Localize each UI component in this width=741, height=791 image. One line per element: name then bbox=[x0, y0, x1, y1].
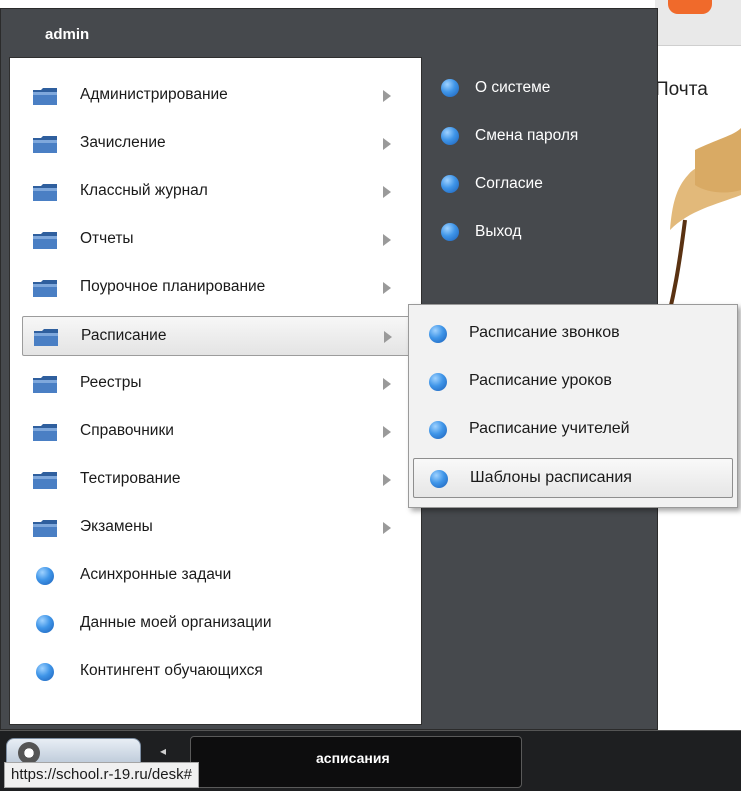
menu-item-label: Тестирование bbox=[80, 470, 181, 487]
blue-dot-icon bbox=[441, 127, 459, 145]
submenu-arrow-icon bbox=[383, 90, 391, 102]
right-menu-item-1[interactable]: Смена пароля bbox=[441, 121, 578, 151]
submenu-item-label: Расписание уроков bbox=[469, 372, 612, 389]
blue-dot-icon bbox=[430, 470, 448, 488]
right-menu-item-2[interactable]: Согласие bbox=[441, 169, 543, 199]
submenu-arrow-icon bbox=[383, 282, 391, 294]
menu-item-4[interactable]: Поурочное планирование bbox=[10, 268, 420, 308]
menu-item-label: Зачисление bbox=[80, 134, 166, 151]
menu-item-label: Данные моей организации bbox=[80, 614, 272, 631]
status-bar-url: https://school.r-19.ru/desk# bbox=[4, 762, 199, 788]
left-menu-panel: Администрирование Зачисление Классный журн… bbox=[9, 57, 422, 725]
right-menu-item-label: Согласие bbox=[475, 175, 543, 192]
blue-dot-icon bbox=[429, 373, 447, 391]
blue-dot-icon bbox=[36, 663, 54, 681]
folder-icon bbox=[33, 328, 59, 347]
submenu-item-1[interactable]: Расписание уроков bbox=[413, 362, 733, 402]
folder-icon bbox=[32, 135, 58, 154]
menu-item-label: Классный журнал bbox=[80, 182, 208, 199]
right-menu-item-label: О системе bbox=[475, 79, 551, 96]
folder-icon bbox=[32, 183, 58, 202]
menu-item-label: Реестры bbox=[80, 374, 142, 391]
right-menu-item-label: Смена пароля bbox=[475, 127, 579, 144]
submenu-arrow-icon bbox=[383, 426, 391, 438]
menu-item-12[interactable]: Контингент обучающихся bbox=[10, 652, 420, 692]
menu-item-9[interactable]: Экзамены bbox=[10, 508, 420, 548]
taskbar-window-label: асписания bbox=[316, 750, 390, 766]
menu-item-label: Асинхронные задачи bbox=[80, 566, 232, 583]
menu-item-11[interactable]: Данные моей организации bbox=[10, 604, 420, 644]
folder-icon bbox=[32, 519, 58, 538]
blue-dot-icon bbox=[36, 615, 54, 633]
folder-icon bbox=[32, 279, 58, 298]
menu-item-label: Контингент обучающихся bbox=[80, 662, 263, 679]
menu-item-10[interactable]: Асинхронные задачи bbox=[10, 556, 420, 596]
folder-icon bbox=[32, 231, 58, 250]
right-menu-item-3[interactable]: Выход bbox=[441, 217, 521, 247]
folder-icon bbox=[32, 87, 58, 106]
blue-dot-icon bbox=[429, 325, 447, 343]
blue-dot-icon bbox=[441, 79, 459, 97]
submenu-arrow-icon bbox=[383, 522, 391, 534]
user-title: admin bbox=[45, 26, 90, 43]
menu-item-label: Отчеты bbox=[80, 230, 134, 247]
submenu-arrow-icon bbox=[384, 331, 392, 343]
menu-item-label: Расписание bbox=[81, 327, 167, 344]
menu-item-7[interactable]: Справочники bbox=[10, 412, 420, 452]
menu-item-1[interactable]: Зачисление bbox=[10, 124, 420, 164]
submenu-arrow-icon bbox=[383, 378, 391, 390]
blue-dot-icon bbox=[441, 223, 459, 241]
right-menu-item-0[interactable]: О системе bbox=[441, 73, 550, 103]
submenu-item-0[interactable]: Расписание звонков bbox=[413, 314, 733, 354]
submenu-item-label: Расписание учителей bbox=[469, 420, 630, 437]
folder-icon bbox=[32, 471, 58, 490]
menu-item-8[interactable]: Тестирование bbox=[10, 460, 420, 500]
folder-icon bbox=[32, 375, 58, 394]
right-menu-item-label: Выход bbox=[475, 223, 522, 240]
submenu-arrow-icon bbox=[383, 138, 391, 150]
menu-item-0[interactable]: Администрирование bbox=[10, 76, 420, 116]
menu-item-2[interactable]: Классный журнал bbox=[10, 172, 420, 212]
submenu-arrow-icon bbox=[383, 186, 391, 198]
submenu-item-label: Шаблоны расписания bbox=[470, 469, 632, 486]
menu-item-label: Справочники bbox=[80, 422, 174, 439]
menu-item-3[interactable]: Отчеты bbox=[10, 220, 420, 260]
menu-item-label: Поурочное планирование bbox=[80, 278, 266, 295]
submenu-item-label: Расписание звонков bbox=[469, 324, 620, 341]
submenu-item-3[interactable]: Шаблоны расписания bbox=[413, 458, 733, 498]
submenu-arrow-icon bbox=[383, 474, 391, 486]
menu-item-label: Администрирование bbox=[80, 86, 228, 103]
blue-dot-icon bbox=[36, 567, 54, 585]
blue-dot-icon bbox=[441, 175, 459, 193]
taskbar-arrow-icon[interactable]: ◂ bbox=[160, 744, 166, 758]
schedule-submenu: Расписание звонков Расписание уроков Распи… bbox=[408, 304, 738, 508]
submenu-item-2[interactable]: Расписание учителей bbox=[413, 410, 733, 450]
menu-item-6[interactable]: Реестры bbox=[10, 364, 420, 404]
blue-dot-icon bbox=[429, 421, 447, 439]
menu-item-label: Экзамены bbox=[80, 518, 153, 535]
start-orb-icon[interactable] bbox=[18, 742, 40, 764]
submenu-arrow-icon bbox=[383, 234, 391, 246]
menu-item-5[interactable]: Расписание bbox=[22, 316, 420, 356]
folder-icon bbox=[32, 423, 58, 442]
